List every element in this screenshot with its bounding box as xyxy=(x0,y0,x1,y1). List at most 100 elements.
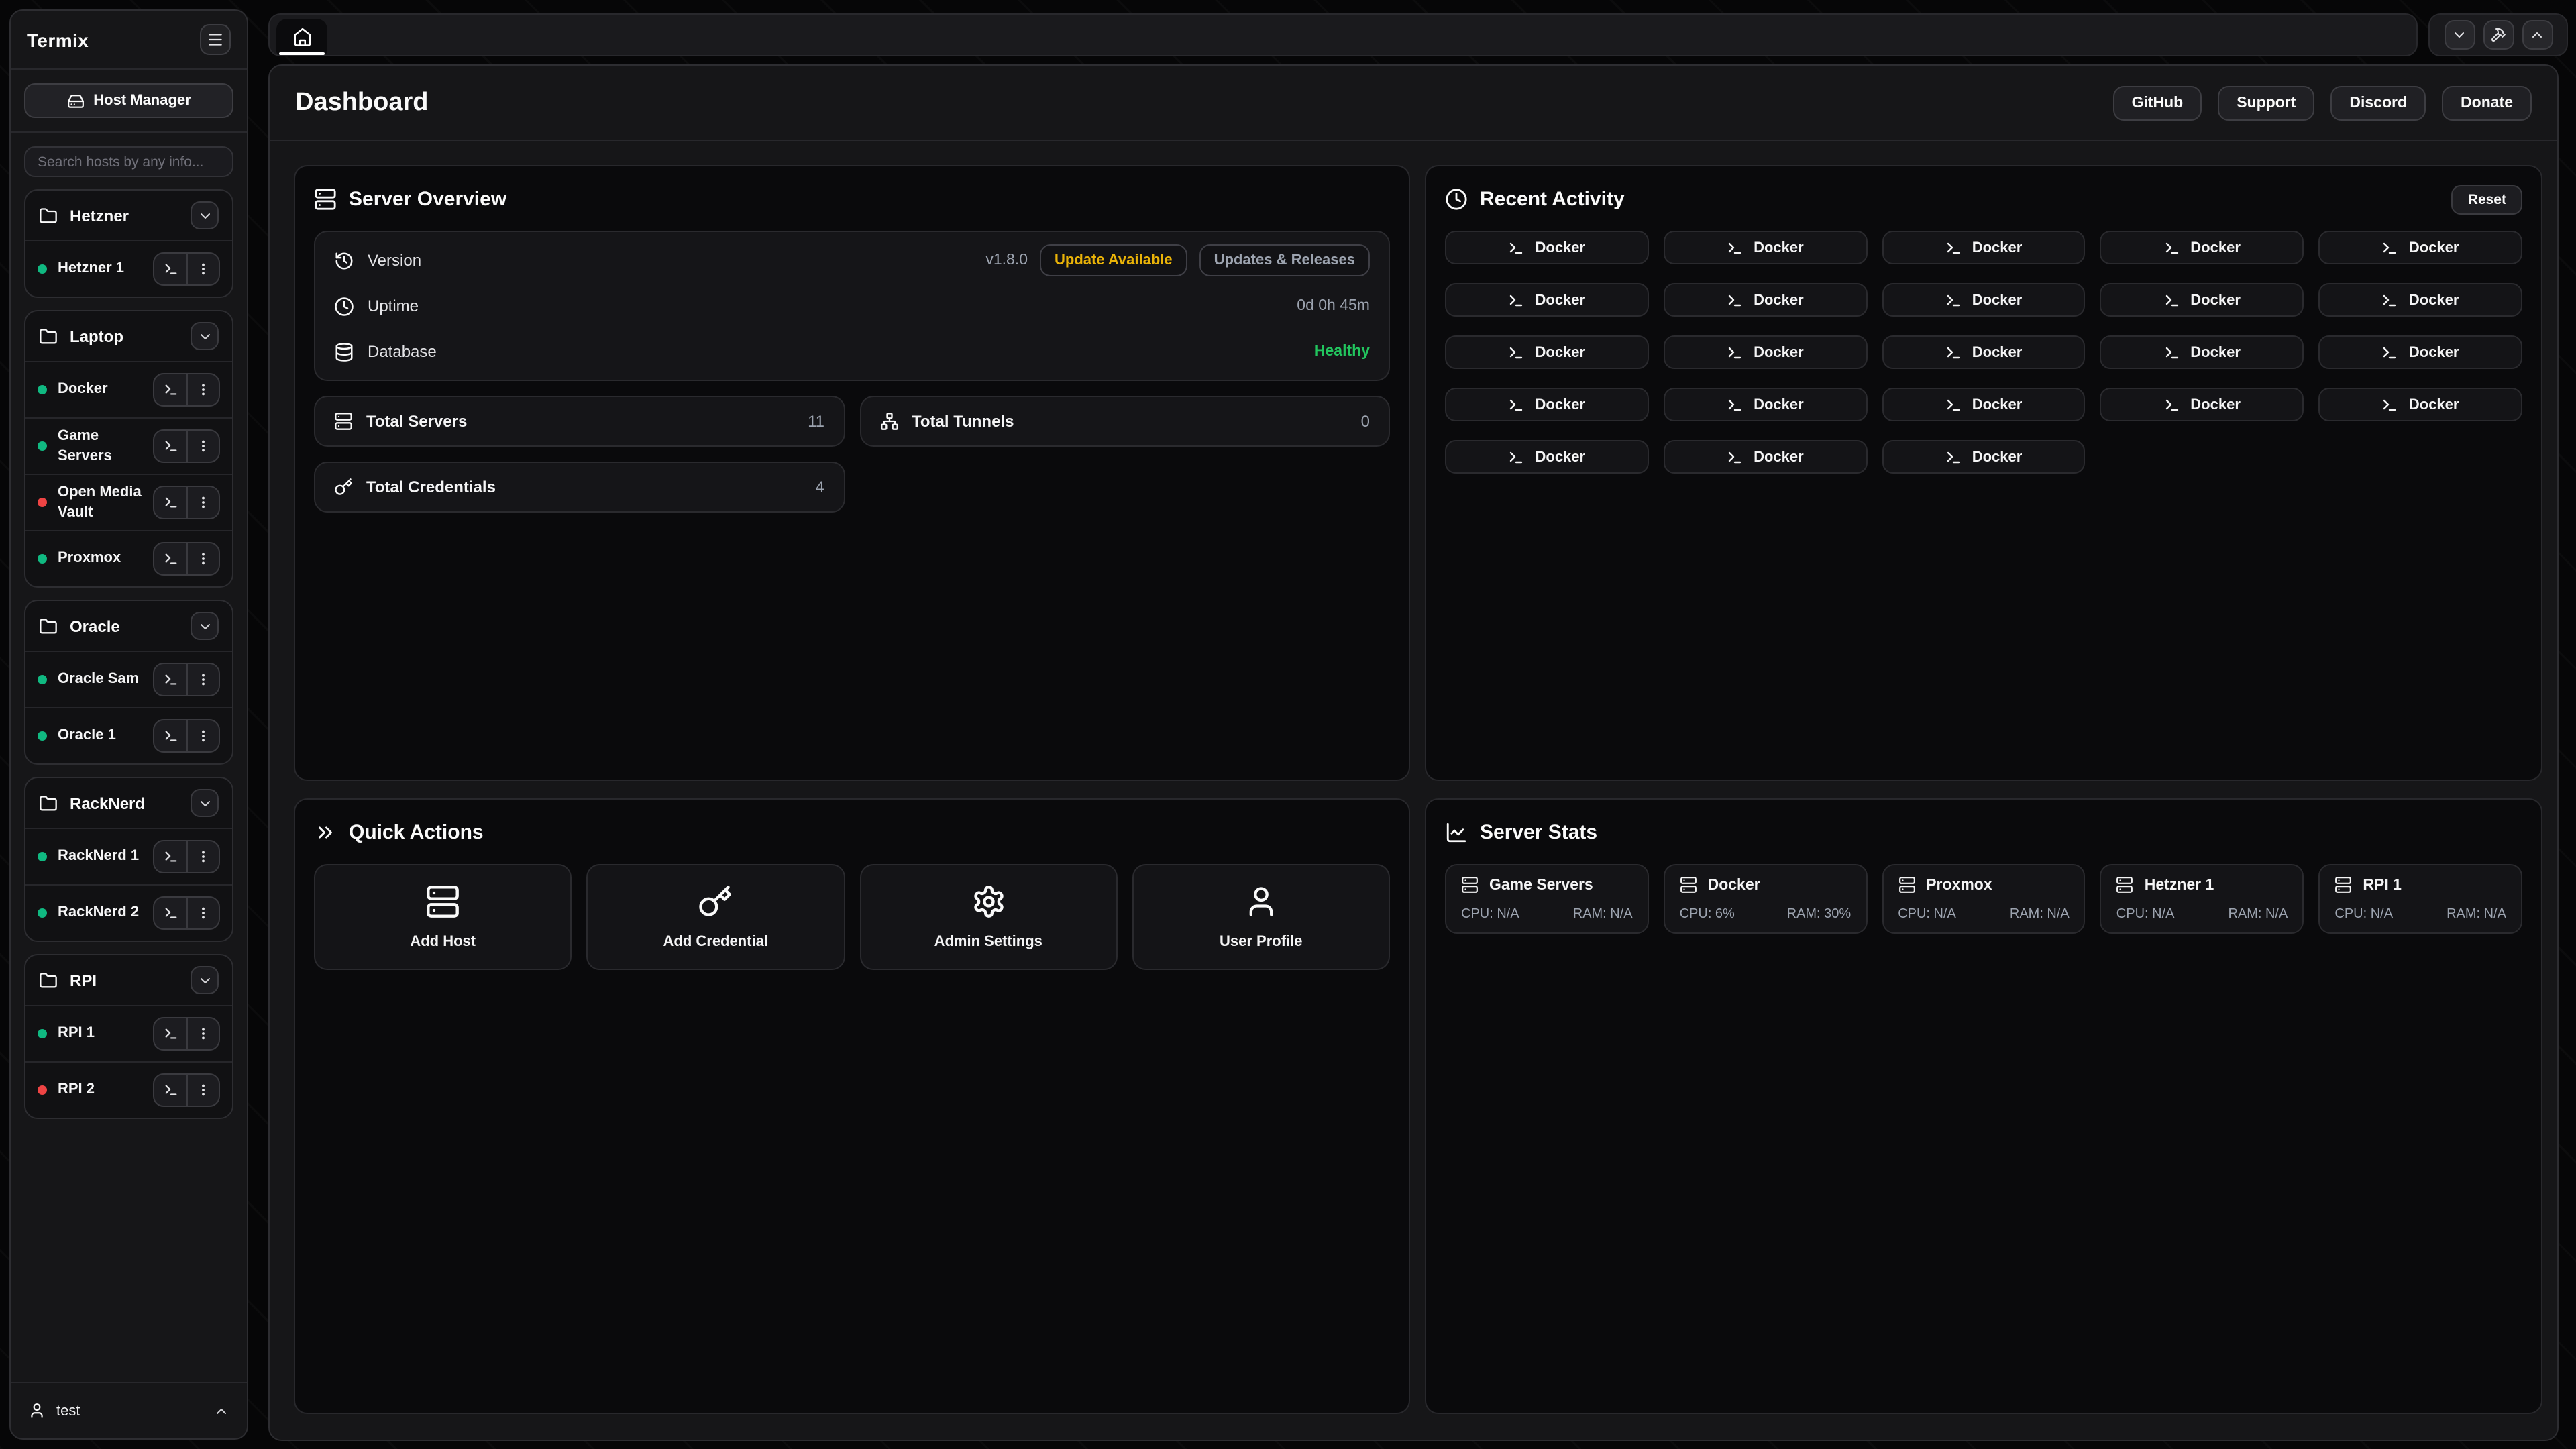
host-menu-button[interactable] xyxy=(186,841,219,872)
activity-item[interactable]: Docker xyxy=(1664,283,1868,317)
activity-item[interactable]: Docker xyxy=(1445,440,1649,474)
support-button[interactable]: Support xyxy=(2218,85,2314,120)
activity-item[interactable]: Docker xyxy=(2318,283,2522,317)
group-collapse-button[interactable] xyxy=(191,612,219,640)
more-vertical-icon xyxy=(196,382,211,397)
host-row[interactable]: Hetzner 1 xyxy=(25,240,232,297)
activity-item[interactable]: Docker xyxy=(2100,335,2304,369)
group-collapse-button[interactable] xyxy=(191,966,219,994)
donate-button[interactable]: Donate xyxy=(2442,85,2532,120)
menu-button[interactable] xyxy=(200,24,231,55)
search-input[interactable] xyxy=(24,146,233,177)
open-terminal-button[interactable] xyxy=(154,841,186,872)
user-menu[interactable]: test xyxy=(11,1382,247,1438)
host-name: Proxmox xyxy=(58,549,142,569)
open-terminal-button[interactable] xyxy=(154,1018,186,1049)
host-menu-button[interactable] xyxy=(186,254,219,284)
open-terminal-button[interactable] xyxy=(154,898,186,928)
activity-item[interactable]: Docker xyxy=(2318,388,2522,421)
action-label: User Profile xyxy=(1220,934,1303,950)
host-menu-button[interactable] xyxy=(186,720,219,751)
host-row[interactable]: RPI 2 xyxy=(25,1061,232,1118)
add-credential-button[interactable]: Add Credential xyxy=(587,864,845,970)
user-profile-button[interactable]: User Profile xyxy=(1132,864,1391,970)
open-terminal-button[interactable] xyxy=(154,431,186,462)
group-name: Laptop xyxy=(70,327,178,345)
reset-button[interactable]: Reset xyxy=(2452,184,2522,214)
activity-item[interactable]: Docker xyxy=(1882,440,2086,474)
host-row[interactable]: RackNerd 1 xyxy=(25,828,232,884)
activity-item[interactable]: Docker xyxy=(1664,440,1868,474)
activity-label: Docker xyxy=(1972,396,2023,413)
group-collapse-button[interactable] xyxy=(191,322,219,350)
open-terminal-button[interactable] xyxy=(154,543,186,574)
activity-item[interactable]: Docker xyxy=(2100,231,2304,264)
tools-button[interactable] xyxy=(2483,20,2514,50)
group-collapse-button[interactable] xyxy=(191,201,219,229)
activity-item[interactable]: Docker xyxy=(2318,231,2522,264)
tab-home[interactable] xyxy=(276,19,327,55)
host-menu-button[interactable] xyxy=(186,1075,219,1106)
more-vertical-icon xyxy=(196,1083,211,1097)
add-host-button[interactable]: Add Host xyxy=(314,864,572,970)
host-menu-button[interactable] xyxy=(186,487,219,518)
host-row[interactable]: Open Media Vault xyxy=(25,474,232,530)
group-header[interactable]: RPI xyxy=(25,955,232,1005)
activity-item[interactable]: Docker xyxy=(1664,231,1868,264)
home-icon xyxy=(292,27,312,47)
host-row[interactable]: RackNerd 2 xyxy=(25,884,232,941)
activity-label: Docker xyxy=(2409,396,2459,413)
github-button[interactable]: GitHub xyxy=(2113,85,2202,120)
activity-item[interactable]: Docker xyxy=(1664,388,1868,421)
updates-releases-button[interactable]: Updates & Releases xyxy=(1199,244,1370,276)
group-name: RackNerd xyxy=(70,794,178,812)
host-manager-button[interactable]: Host Manager xyxy=(24,83,233,118)
group-header[interactable]: Laptop xyxy=(25,311,232,361)
admin-settings-button[interactable]: Admin Settings xyxy=(859,864,1118,970)
activity-item[interactable]: Docker xyxy=(2100,283,2304,317)
host-menu-button[interactable] xyxy=(186,374,219,405)
host-menu-button[interactable] xyxy=(186,543,219,574)
open-terminal-button[interactable] xyxy=(154,1075,186,1106)
page-title: Dashboard xyxy=(295,88,429,117)
activity-item[interactable]: Docker xyxy=(2318,335,2522,369)
activity-item[interactable]: Docker xyxy=(1882,231,2086,264)
open-terminal-button[interactable] xyxy=(154,720,186,751)
host-menu-button[interactable] xyxy=(186,431,219,462)
host-row[interactable]: RPI 1 xyxy=(25,1005,232,1061)
open-terminal-button[interactable] xyxy=(154,487,186,518)
chevron-down-button[interactable] xyxy=(2444,20,2475,50)
activity-item[interactable]: Docker xyxy=(1445,388,1649,421)
open-terminal-button[interactable] xyxy=(154,374,186,405)
activity-item[interactable]: Docker xyxy=(1664,335,1868,369)
terminal-icon xyxy=(1727,449,1743,465)
header-actions: GitHub Support Discord Donate xyxy=(2113,85,2532,120)
group-header[interactable]: Oracle xyxy=(25,601,232,651)
host-row[interactable]: Proxmox xyxy=(25,530,232,586)
chevron-up-button[interactable] xyxy=(2522,20,2553,50)
host-menu-button[interactable] xyxy=(186,664,219,695)
discord-button[interactable]: Discord xyxy=(2330,85,2426,120)
activity-item[interactable]: Docker xyxy=(1882,335,2086,369)
activity-item[interactable]: Docker xyxy=(2100,388,2304,421)
open-terminal-button[interactable] xyxy=(154,664,186,695)
key-icon xyxy=(334,478,353,496)
open-terminal-button[interactable] xyxy=(154,254,186,284)
host-row[interactable]: Game Servers xyxy=(25,417,232,474)
host-row[interactable]: Oracle 1 xyxy=(25,707,232,763)
host-actions xyxy=(153,719,220,753)
main-content: Dashboard GitHub Support Discord Donate … xyxy=(268,64,2559,1441)
group-collapse-button[interactable] xyxy=(191,789,219,817)
activity-item[interactable]: Docker xyxy=(1445,283,1649,317)
activity-item[interactable]: Docker xyxy=(1445,231,1649,264)
panel-title: Recent Activity xyxy=(1480,188,1625,211)
activity-item[interactable]: Docker xyxy=(1882,283,2086,317)
group-header[interactable]: RackNerd xyxy=(25,778,232,828)
activity-item[interactable]: Docker xyxy=(1445,335,1649,369)
host-row[interactable]: Docker xyxy=(25,361,232,417)
group-header[interactable]: Hetzner xyxy=(25,191,232,240)
activity-item[interactable]: Docker xyxy=(1882,388,2086,421)
host-menu-button[interactable] xyxy=(186,898,219,928)
host-row[interactable]: Oracle Sam xyxy=(25,651,232,707)
host-menu-button[interactable] xyxy=(186,1018,219,1049)
